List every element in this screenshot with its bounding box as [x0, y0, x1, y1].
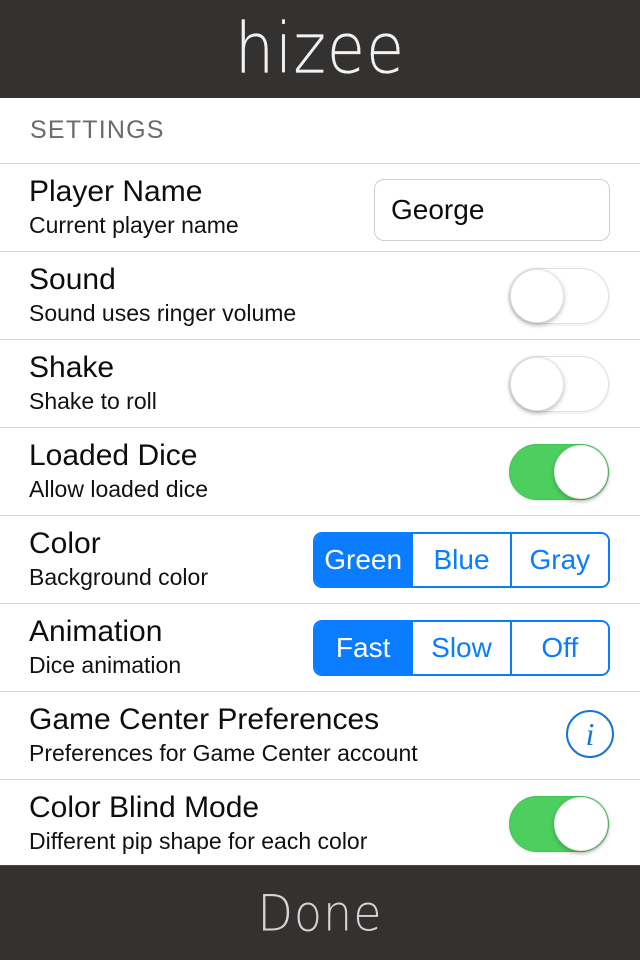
row-text-block: Color Background color — [29, 526, 359, 592]
row-subtitle: Allow loaded dice — [29, 476, 209, 502]
row-title: Color Blind Mode — [29, 791, 260, 824]
toggle-knob — [510, 357, 564, 411]
row-title: Game Center Preferences — [29, 703, 380, 736]
toggle-knob — [510, 269, 564, 323]
row-text-block: Shake Shake to roll — [29, 350, 359, 416]
row-title: Player Name — [29, 175, 203, 208]
animation-segmented-control[interactable]: Fast Slow Off — [313, 620, 610, 676]
row-subtitle: Current player name — [29, 212, 239, 238]
row-text-block: Color Blind Mode Different pip shape for… — [29, 790, 549, 856]
row-subtitle: Dice animation — [29, 652, 182, 678]
sound-toggle[interactable] — [509, 268, 609, 324]
row-text-block: Loaded Dice Allow loaded dice — [29, 438, 359, 504]
loaded-dice-toggle[interactable] — [509, 444, 609, 500]
row-title: Animation — [29, 615, 163, 648]
player-name-input[interactable] — [374, 179, 610, 241]
settings-row-game-center[interactable]: Game Center Preferences Preferences for … — [0, 691, 640, 779]
row-subtitle: Shake to roll — [29, 388, 157, 414]
row-text-block: Sound Sound uses ringer volume — [29, 262, 359, 328]
row-text-block: Game Center Preferences Preferences for … — [29, 702, 549, 768]
segment-animation-fast[interactable]: Fast — [315, 622, 412, 674]
row-subtitle: Sound uses ringer volume — [29, 300, 297, 326]
row-subtitle: Background color — [29, 564, 208, 590]
toggle-knob — [554, 797, 608, 851]
segment-color-green[interactable]: Green — [315, 534, 412, 586]
color-blind-mode-toggle[interactable] — [509, 796, 609, 852]
info-icon[interactable]: i — [566, 710, 614, 758]
settings-row-color[interactable]: Color Background color Green Blue Gray — [0, 515, 640, 603]
segment-color-blue[interactable]: Blue — [411, 534, 510, 586]
settings-section-header: SETTINGS — [0, 98, 640, 163]
settings-row-color-blind-mode[interactable]: Color Blind Mode Different pip shape for… — [0, 779, 640, 865]
section-header-label: SETTINGS — [30, 116, 165, 144]
done-button-label: Done — [257, 883, 383, 943]
settings-row-shake[interactable]: Shake Shake to roll — [0, 339, 640, 427]
row-subtitle: Different pip shape for each color — [29, 828, 368, 854]
settings-row-loaded-dice[interactable]: Loaded Dice Allow loaded dice — [0, 427, 640, 515]
row-title: Loaded Dice — [29, 439, 198, 472]
row-title: Shake — [29, 351, 115, 384]
app-header-bar: hizee — [0, 0, 640, 98]
segment-color-gray[interactable]: Gray — [509, 534, 608, 586]
settings-row-animation[interactable]: Animation Dice animation Fast Slow Off — [0, 603, 640, 691]
settings-list[interactable]: Player Name Current player name Sound So… — [0, 163, 640, 865]
app-root: hizee SETTINGS Player Name Current playe… — [0, 0, 640, 960]
segment-animation-slow[interactable]: Slow — [411, 622, 510, 674]
row-title: Sound — [29, 263, 116, 296]
settings-row-sound[interactable]: Sound Sound uses ringer volume — [0, 251, 640, 339]
done-button[interactable]: Done — [0, 865, 640, 960]
segment-animation-off[interactable]: Off — [509, 622, 608, 674]
row-text-block: Animation Dice animation — [29, 614, 359, 680]
toggle-knob — [554, 445, 608, 499]
row-subtitle: Preferences for Game Center account — [29, 740, 418, 766]
shake-toggle[interactable] — [509, 356, 609, 412]
settings-row-player-name[interactable]: Player Name Current player name — [0, 163, 640, 251]
row-title: Color — [29, 527, 101, 560]
app-title: hizee — [234, 7, 406, 90]
color-segmented-control[interactable]: Green Blue Gray — [313, 532, 610, 588]
row-text-block: Player Name Current player name — [29, 174, 359, 240]
